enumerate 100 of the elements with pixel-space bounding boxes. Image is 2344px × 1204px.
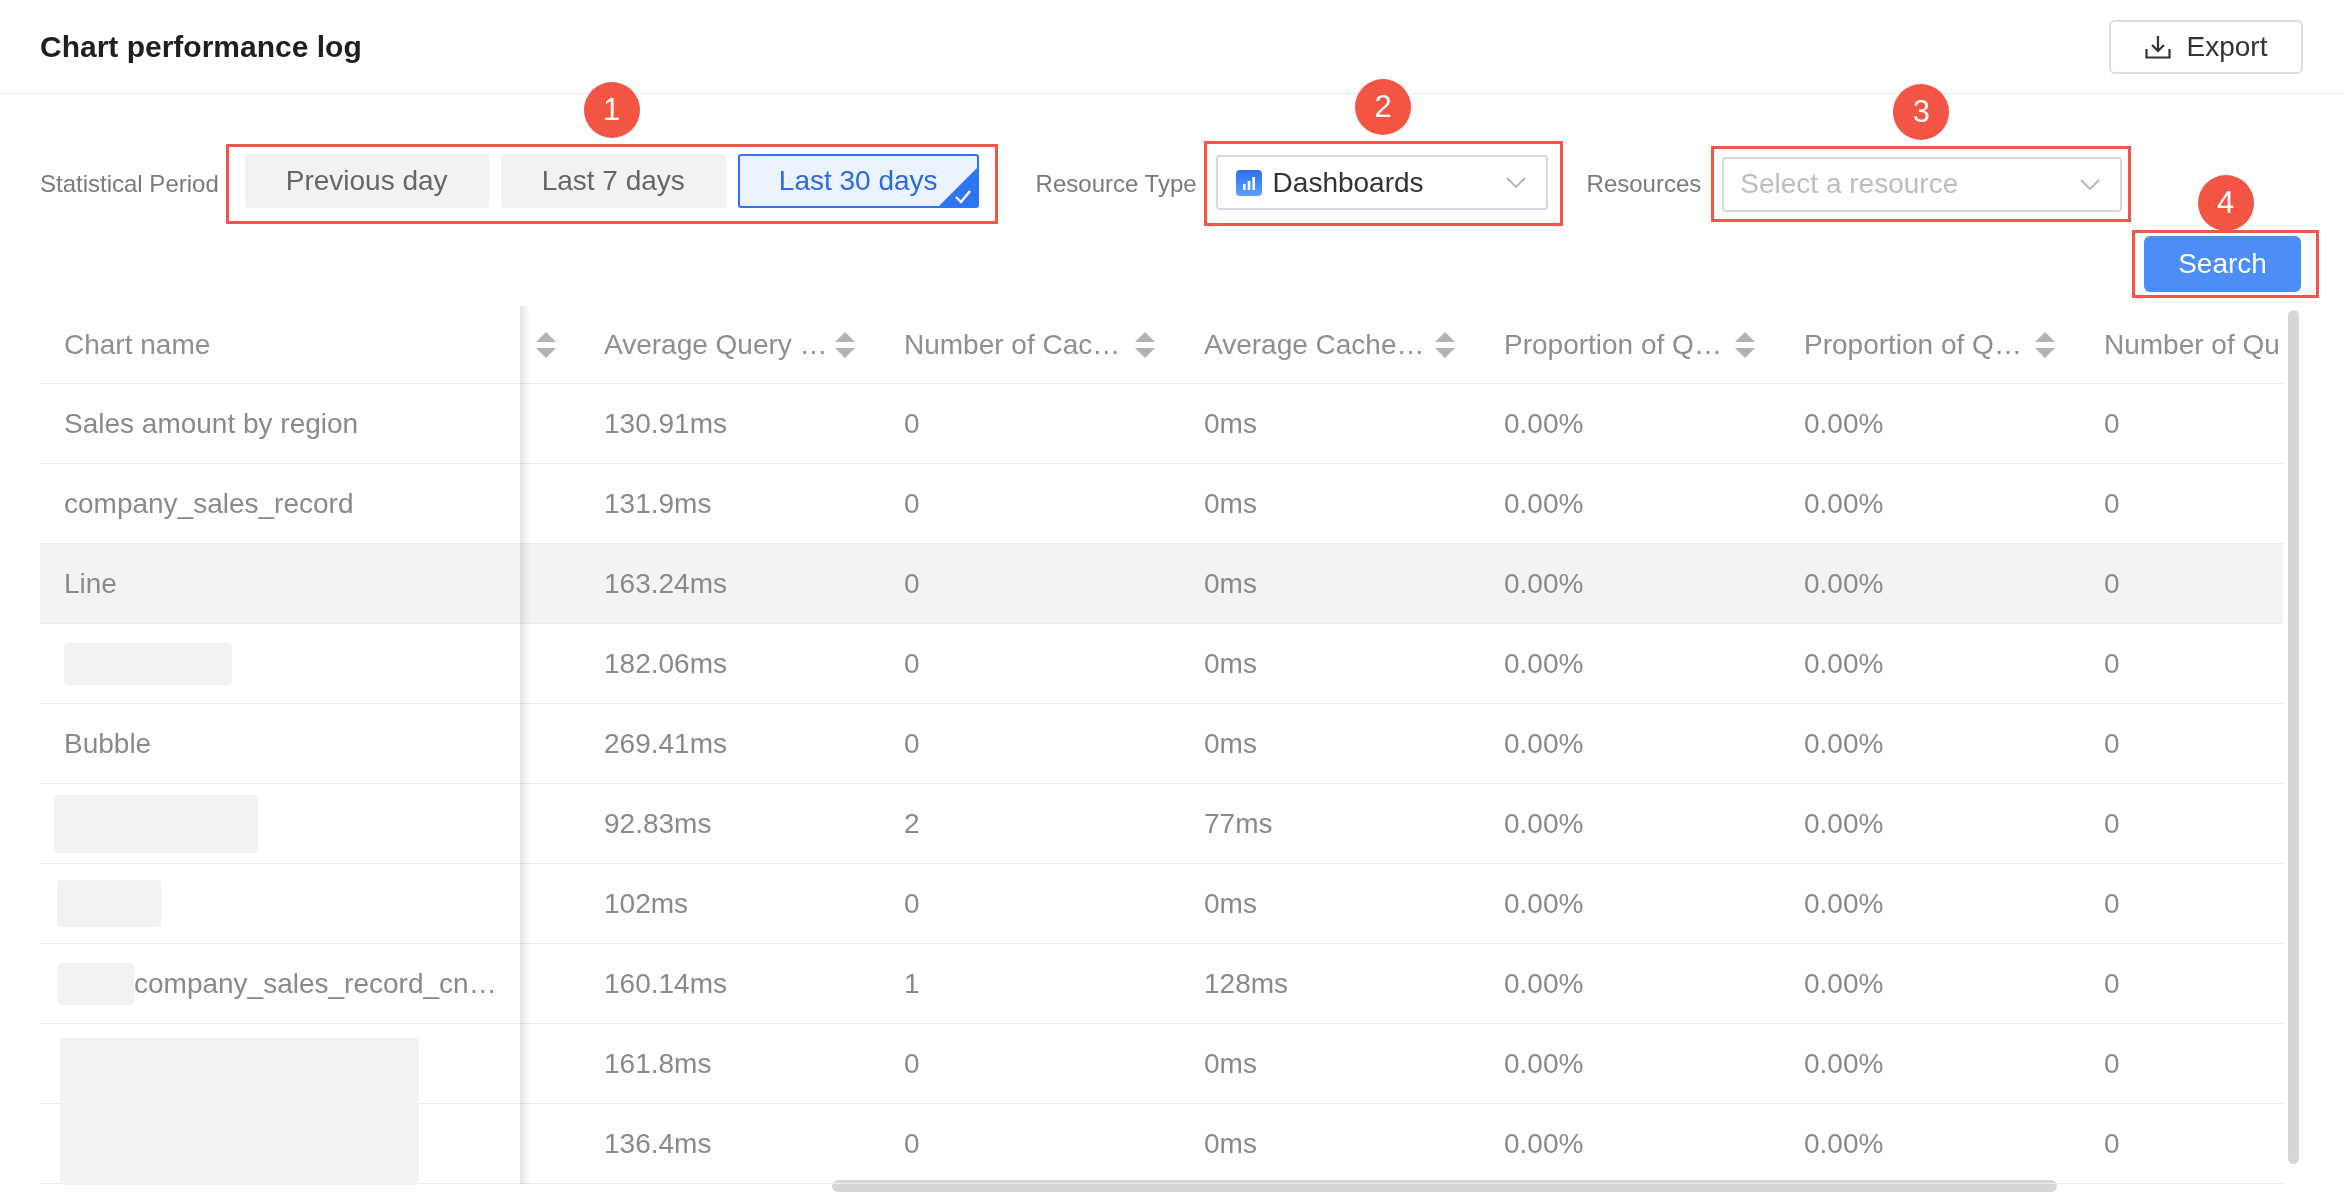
resource-type-select[interactable]: Dashboards bbox=[1215, 155, 1548, 210]
period-option[interactable]: Last 7 days bbox=[500, 153, 726, 208]
period-option[interactable]: Previous day bbox=[244, 153, 489, 208]
bar-chart-icon bbox=[1235, 169, 1262, 196]
table-cell-text: 0 bbox=[2103, 726, 2121, 761]
table-cell-text: 0 bbox=[2103, 886, 2121, 921]
table-cell-text: 0 bbox=[903, 886, 921, 921]
table-cell-text: 269.41ms bbox=[603, 726, 728, 761]
table-cell-text: 0.00% bbox=[1503, 886, 1585, 921]
table-cell-text: 0 bbox=[903, 566, 921, 601]
column-header: Proportion of Q… bbox=[1504, 328, 1722, 361]
chevron-down-icon bbox=[1505, 177, 1526, 188]
table-cell-text: 0 bbox=[2103, 566, 2121, 601]
table-cell: company_sales_record_cn… bbox=[134, 967, 497, 1000]
table-cell-text: 0.00% bbox=[1803, 1126, 1885, 1161]
table-cell-text: 0.00% bbox=[1803, 566, 1885, 601]
callout-badge: 1 bbox=[583, 81, 640, 138]
table-cell-text: 0.00% bbox=[1803, 806, 1885, 841]
column-header: Average Query … bbox=[604, 328, 828, 361]
table-cell-text: 1 bbox=[903, 966, 921, 1001]
export-button[interactable]: Export bbox=[2109, 19, 2303, 74]
sort-icon[interactable] bbox=[1735, 331, 1755, 358]
table-cell-text: 0ms bbox=[1203, 646, 1258, 681]
table-cell-text: 161.8ms bbox=[603, 1046, 713, 1081]
download-icon bbox=[2144, 34, 2171, 59]
table-cell-text: 0ms bbox=[1203, 406, 1258, 441]
sort-icon[interactable] bbox=[835, 331, 855, 358]
callout-badge: 2 bbox=[1355, 79, 1412, 135]
table-cell-text: 0.00% bbox=[1503, 486, 1585, 521]
callout-badge: 3 bbox=[1893, 83, 1950, 140]
table-cell: company_sales_record bbox=[64, 487, 354, 520]
sort-icon[interactable] bbox=[536, 331, 556, 358]
table-cell-text: 0 bbox=[2103, 806, 2121, 841]
filter-label: Resource Type bbox=[1035, 169, 1197, 198]
column-header: Number of Qu bbox=[2104, 328, 2280, 361]
table-cell-text: 92.83ms bbox=[603, 806, 713, 841]
table-cell-text: 0ms bbox=[1203, 726, 1258, 761]
table-cell-text: 182.06ms bbox=[603, 646, 728, 681]
table-cell-text: 2 bbox=[903, 806, 921, 841]
table-cell-text: 0.00% bbox=[1803, 486, 1885, 521]
table-cell-text: 102ms bbox=[603, 886, 690, 921]
column-header: Proportion of Q… bbox=[1804, 328, 2022, 361]
table-cell-text: 0.00% bbox=[1503, 806, 1585, 841]
table-cell-text: 128ms bbox=[1203, 966, 1290, 1001]
filter-label: Resources bbox=[1586, 169, 1702, 198]
table-cell-text: 0.00% bbox=[1503, 406, 1585, 441]
column-header: Number of Cac… bbox=[904, 328, 1121, 361]
table-cell-text: 0 bbox=[2103, 486, 2121, 521]
filter-label: Statistical Period bbox=[40, 169, 219, 198]
check-corner-icon bbox=[938, 167, 977, 206]
search-button[interactable]: Search bbox=[2144, 236, 2301, 292]
table-cell-text: 0.00% bbox=[1803, 1046, 1885, 1081]
table-cell-text: 0.00% bbox=[1503, 1126, 1585, 1161]
chevron-down-icon bbox=[2080, 178, 2101, 190]
table-cell-text: 163.24ms bbox=[603, 566, 728, 601]
table-cell-text: 0 bbox=[903, 726, 921, 761]
table-cell-text: 0ms bbox=[1203, 1046, 1258, 1081]
table-cell-text: 0 bbox=[2103, 1046, 2121, 1081]
table-cell-text: 0 bbox=[2103, 406, 2121, 441]
table-cell-text: 0 bbox=[2103, 1126, 2121, 1161]
callout-badge: 4 bbox=[2197, 175, 2254, 231]
period-option[interactable]: Last 30 days bbox=[737, 153, 979, 208]
table-cell-text: 0.00% bbox=[1503, 966, 1585, 1001]
sort-icon[interactable] bbox=[2035, 331, 2055, 358]
table-cell-text: 0 bbox=[903, 486, 921, 521]
table-cell-text: 0.00% bbox=[1503, 726, 1585, 761]
table-cell-text: 0 bbox=[903, 406, 921, 441]
table-cell-text: 136.4ms bbox=[603, 1126, 713, 1161]
table-cell-text: 0ms bbox=[1203, 1126, 1258, 1161]
table-cell-text: 77ms bbox=[1203, 806, 1274, 841]
table-cell-text: 0.00% bbox=[1503, 646, 1585, 681]
table-cell-text: 0.00% bbox=[1503, 566, 1585, 601]
table-cell-text: 0.00% bbox=[1803, 726, 1885, 761]
table-cell-text: 0 bbox=[903, 1046, 921, 1081]
table-cell: Line bbox=[64, 567, 117, 600]
table-cell-text: 0ms bbox=[1203, 886, 1258, 921]
table-cell: Sales amount by region bbox=[64, 407, 359, 440]
table-cell-text: 160.14ms bbox=[603, 966, 728, 1001]
table-cell: Bubble bbox=[64, 727, 152, 760]
page-title: Chart performance log bbox=[40, 29, 362, 64]
vertical-scrollbar[interactable] bbox=[2288, 310, 2299, 1164]
column-header: Chart name bbox=[64, 328, 211, 361]
table-cell-text: 0 bbox=[2103, 966, 2121, 1001]
table-cell-text: 0 bbox=[2103, 646, 2121, 681]
table-cell-text: 131.9ms bbox=[603, 486, 713, 521]
table-cell-text: 0.00% bbox=[1503, 1046, 1585, 1081]
table-cell-text: 0.00% bbox=[1803, 886, 1885, 921]
table-cell-text: 0.00% bbox=[1803, 966, 1885, 1001]
table-cell-text: 130.91ms bbox=[603, 406, 728, 441]
table-cell-text: 0 bbox=[903, 1126, 921, 1161]
table-cell-text: 0ms bbox=[1203, 566, 1258, 601]
column-header: Average Cache… bbox=[1204, 328, 1425, 361]
sort-icon[interactable] bbox=[1135, 331, 1155, 358]
resource-select[interactable]: Select a resource bbox=[1722, 156, 2123, 212]
table-cell-text: 0.00% bbox=[1803, 406, 1885, 441]
table-cell-text: 0 bbox=[903, 646, 921, 681]
horizontal-scrollbar[interactable] bbox=[832, 1180, 2057, 1192]
sort-icon[interactable] bbox=[1435, 331, 1455, 358]
table-cell-text: 0.00% bbox=[1803, 646, 1885, 681]
table-cell-text: 0ms bbox=[1203, 486, 1258, 521]
